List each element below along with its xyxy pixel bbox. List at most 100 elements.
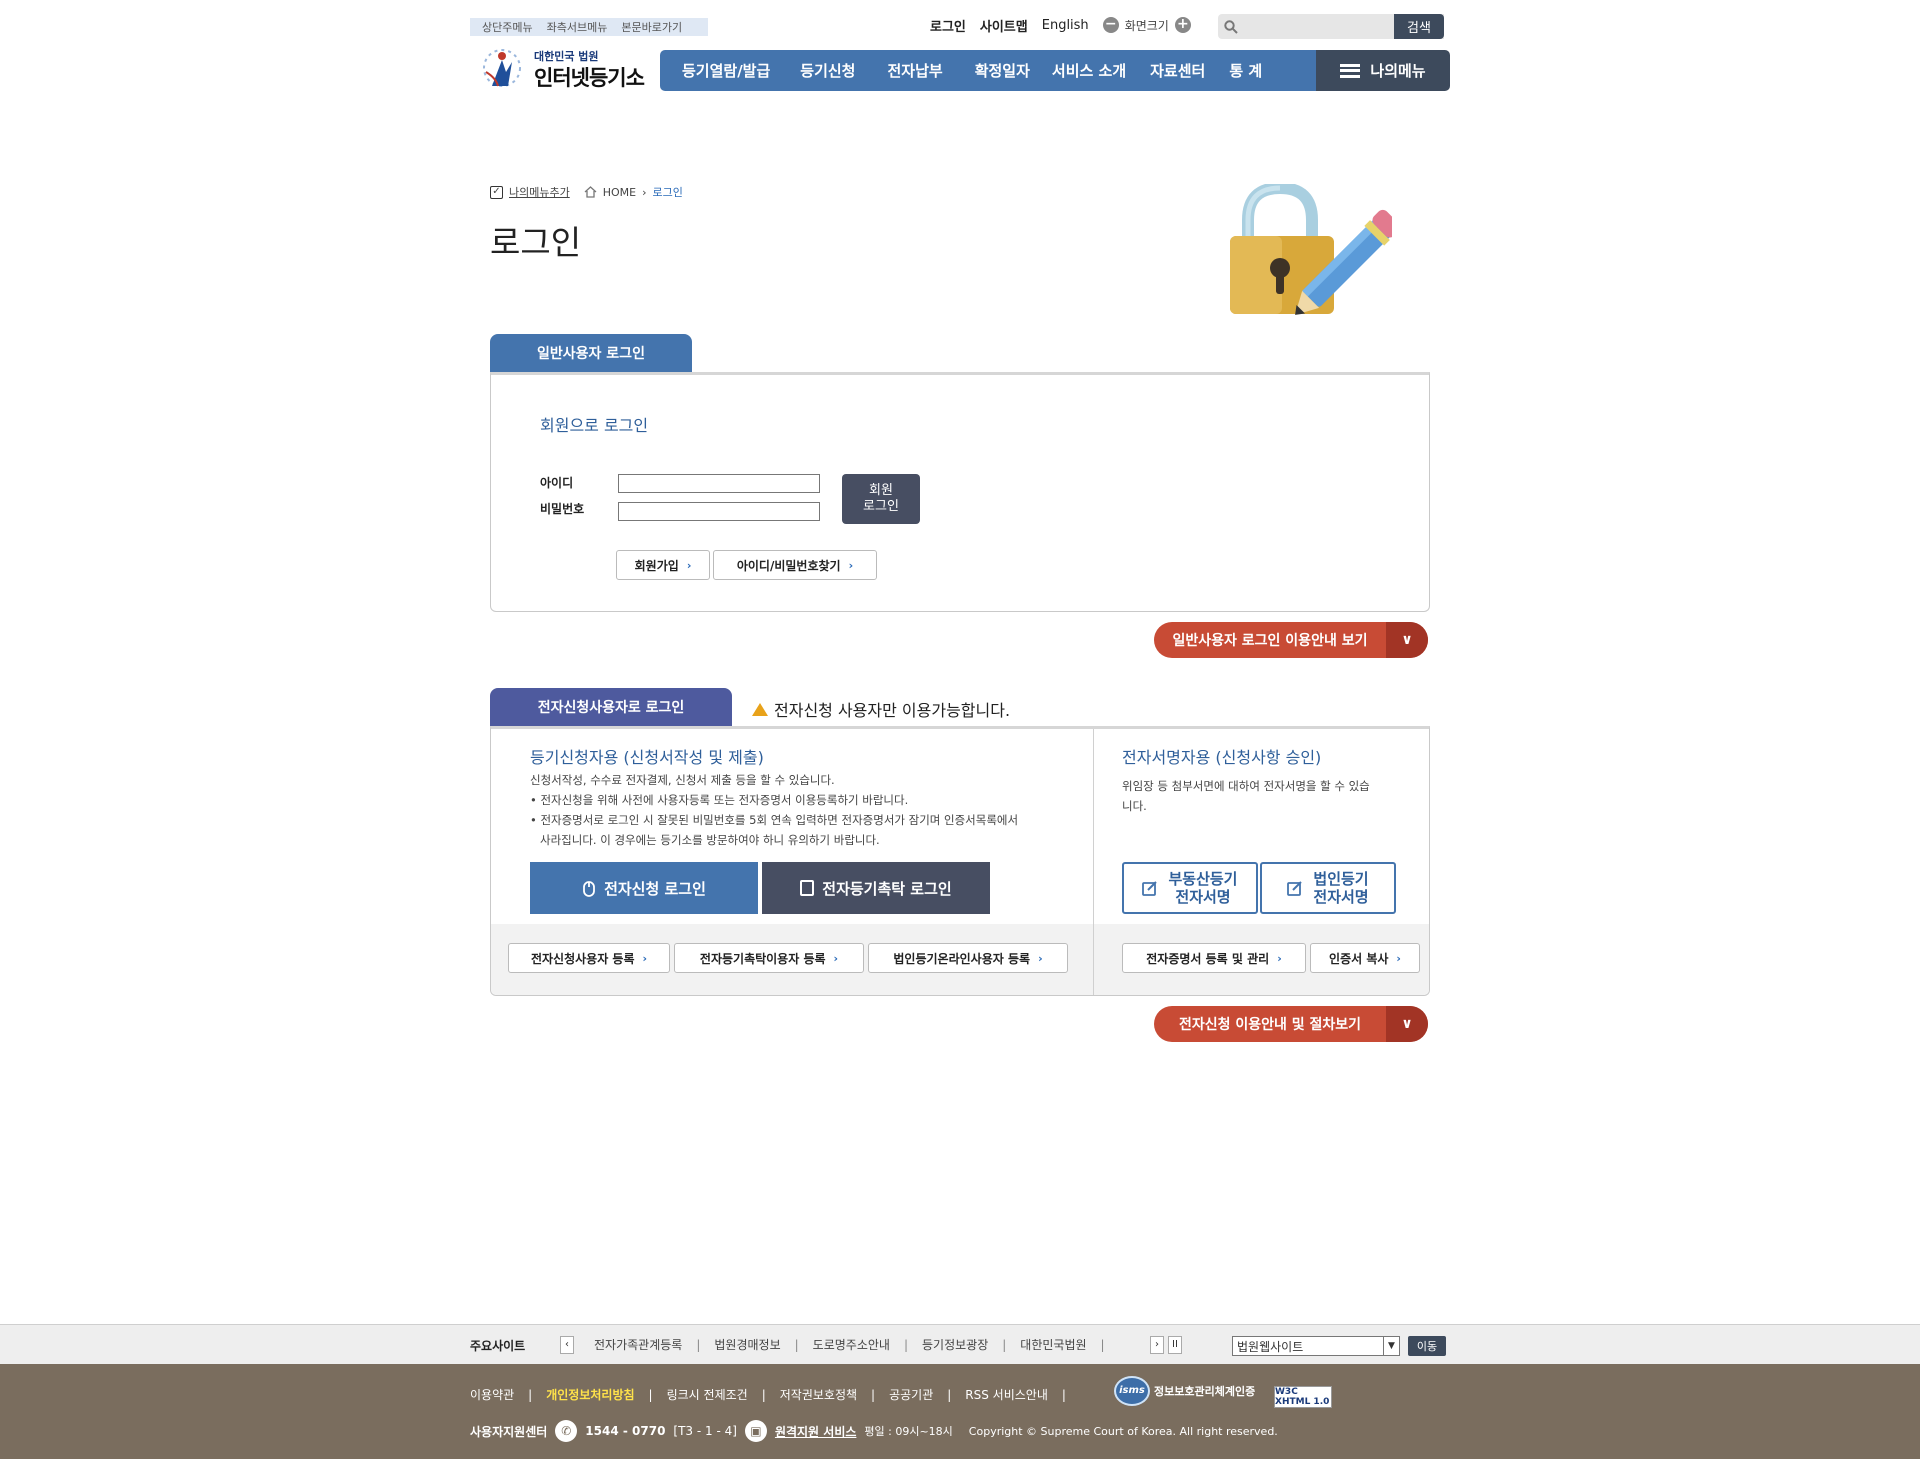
sites-prev-icon[interactable]: ‹ [560, 1336, 574, 1354]
chevron-down-icon: ▼ [1383, 1337, 1399, 1355]
isms-certification[interactable]: isms 정보보호관리체계인증 [1114, 1376, 1255, 1406]
separator: | [1061, 1387, 1066, 1402]
eapp-user-register-button[interactable]: 전자신청사용자 등록 › [508, 943, 670, 973]
id-label: 아이디 [540, 476, 574, 490]
breadcrumb-home[interactable]: HOME [603, 186, 636, 199]
chevron-right-icon: › [1396, 951, 1401, 965]
footer-link-link-policy[interactable]: 링크시 전제조건 [667, 1386, 762, 1403]
search-button[interactable]: 검색 [1394, 14, 1444, 39]
zoom-label: 화면크기 [1124, 18, 1169, 33]
real-estate-sign-button[interactable]: 부동산등기 전자서명 [1122, 862, 1258, 914]
eapp-warning: 전자신청 사용자만 이용가능합니다. [752, 697, 1010, 721]
sites-next-icon[interactable]: › [1150, 1336, 1164, 1354]
find-id-password-button[interactable]: 아이디/비밀번호찾기 › [713, 550, 877, 580]
edit-icon [1287, 881, 1303, 896]
skip-link-sub-menu[interactable]: 좌측서브메뉴 [547, 19, 608, 35]
logo-title[interactable]: 인터넷등기소 [534, 62, 645, 92]
gnb-fixed-date[interactable]: 확정일자 [975, 60, 1030, 81]
signer-section-title: 전자서명자용 (신청사항 승인) [1122, 748, 1322, 767]
corp-online-register-button[interactable]: 법인등기온라인사용자 등록 › [868, 943, 1068, 973]
signer-desc-line: 위임장 등 첨부서면에 대하여 전자서명을 할 수 있습 [1122, 779, 1370, 793]
checkbox-icon[interactable]: ✓ [490, 185, 503, 199]
eapp-guide-label: 전자신청 이용안내 및 절차보기 [1178, 1017, 1362, 1033]
site-link[interactable]: 법원경매정보 [714, 1336, 794, 1353]
cert-copy-button[interactable]: 인증서 복사 › [1310, 943, 1420, 973]
gnb-registry-apply[interactable]: 등기신청 [800, 60, 855, 81]
footer-link-rss[interactable]: RSS 서비스안내 [965, 1386, 1062, 1403]
court-site-select[interactable]: 법원웹사이트 ▼ [1232, 1336, 1400, 1356]
skip-link-top-menu[interactable]: 상단주메뉴 [482, 19, 533, 35]
trust-user-register-button[interactable]: 전자등기촉탁이용자 등록 › [674, 943, 864, 973]
copyright: Copyright © Supreme Court of Korea. All … [968, 1424, 1278, 1438]
gnb-service-intro[interactable]: 서비스 소개 [1052, 60, 1126, 81]
eapp-divider [1093, 729, 1094, 995]
sign-real-line2: 전자서명 [1175, 888, 1231, 906]
tab-general-login[interactable]: 일반사용자 로그인 [490, 334, 692, 372]
id-input[interactable] [618, 474, 820, 493]
zoom-out-icon[interactable]: − [1102, 17, 1119, 33]
separator: | [761, 1387, 766, 1402]
applicant-desc-line: • 전자신청을 위해 사전에 사용자등록 또는 전자증명서 이용등록하기 바랍니… [530, 793, 909, 807]
member-login-title: 회원으로 로그인 [540, 416, 649, 435]
separator: | [648, 1387, 653, 1402]
zoom-in-icon[interactable]: + [1174, 17, 1191, 33]
remote-support-link[interactable]: 원격지원 서비스 [775, 1423, 856, 1440]
site-link[interactable]: 도로명주소안내 [813, 1336, 904, 1353]
reg-label: 법인등기온라인사용자 등록 [893, 951, 1031, 966]
applicant-desc-line: 사라집니다. 이 경우에는 등기소를 방문하여야 하니 유의하기 바랍니다. [540, 833, 880, 847]
corp-sign-button[interactable]: 법인등기 전자서명 [1260, 862, 1396, 914]
footer-links: 이용약관 | 개인정보처리방침 | 링크시 전제조건 | 저작권보호정책 | 공공기관 |… [470, 1386, 1080, 1403]
reg-label: 전자신청사용자 등록 [530, 951, 635, 966]
footer-link-copyright[interactable]: 저작권보호정책 [780, 1386, 871, 1403]
edit-icon [1142, 881, 1158, 896]
sites-pause-icon[interactable]: II [1168, 1336, 1182, 1354]
sitemap-link[interactable]: 사이트맵 [980, 16, 1028, 35]
eapp-login-button[interactable]: 전자신청 로그인 [530, 862, 758, 914]
password-label: 비밀번호 [540, 502, 585, 516]
my-menu-button[interactable]: 나의메뉴 [1316, 50, 1450, 91]
gnb-e-payment[interactable]: 전자납부 [887, 60, 942, 81]
member-login-line2: 로그인 [863, 499, 899, 514]
footer-link-privacy[interactable]: 개인정보처리방침 [546, 1386, 648, 1403]
join-button[interactable]: 회원가입 › [616, 550, 710, 580]
eapp-warning-text: 전자신청 사용자만 이용가능합니다. [774, 701, 1011, 720]
footer-link-public[interactable]: 공공기관 [889, 1386, 947, 1403]
tab-eapp-login[interactable]: 전자신청사용자로 로그인 [490, 688, 732, 726]
chevron-right-icon: › [1038, 951, 1043, 965]
chevron-down-icon: ∨ [1386, 622, 1428, 658]
login-link[interactable]: 로그인 [930, 16, 966, 35]
site-link[interactable]: 대한민국법원 [1020, 1336, 1100, 1353]
document-icon [800, 880, 815, 896]
support-center-label: 사용자지원센터 [470, 1424, 548, 1439]
add-my-menu-link[interactable]: 나의메뉴추가 [509, 184, 570, 200]
separator: | [903, 1337, 908, 1352]
support-hours: 평일 : 09시~18시 [864, 1425, 953, 1438]
trust-login-button[interactable]: 전자등기촉탁 로그인 [762, 862, 990, 914]
general-login-guide-button[interactable]: 일반사용자 로그인 이용안내 보기 ∨ [1154, 622, 1428, 658]
trust-login-label: 전자등기촉탁 로그인 [822, 879, 952, 898]
sites-label: 주요사이트 [470, 1339, 526, 1353]
footer-link-terms[interactable]: 이용약관 [470, 1386, 528, 1403]
english-link[interactable]: English [1042, 18, 1089, 33]
gnb-registry-view[interactable]: 등기열람/발급 [682, 60, 770, 81]
general-guide-label: 일반사용자 로그인 이용안내 보기 [1172, 633, 1368, 649]
my-menu-label: 나의메뉴 [1370, 62, 1426, 80]
search-input[interactable] [1244, 16, 1414, 37]
eapp-guide-button[interactable]: 전자신청 이용안내 및 절차보기 ∨ [1154, 1006, 1428, 1042]
separator: | [794, 1337, 799, 1352]
gnb-resource-center[interactable]: 자료센터 [1150, 60, 1205, 81]
applicant-desc-line: 신청서작성, 수수료 전자결제, 신청서 제출 등을 할 수 있습니다. [530, 773, 835, 787]
page-title: 로그인 [490, 223, 582, 262]
chevron-down-icon: ∨ [1386, 1006, 1428, 1042]
gnb-statistics[interactable]: 통 계 [1229, 60, 1262, 81]
password-input[interactable] [618, 502, 820, 521]
member-login-button[interactable]: 회원 로그인 [842, 474, 920, 524]
separator: | [947, 1387, 952, 1402]
go-button[interactable]: 이동 [1408, 1336, 1446, 1356]
site-link[interactable]: 전자가족관계등록 [594, 1336, 696, 1353]
skip-link-content[interactable]: 본문바로가기 [621, 19, 682, 35]
cert-management-button[interactable]: 전자증명서 등록 및 관리 › [1122, 943, 1306, 973]
site-link[interactable]: 등기정보광장 [922, 1336, 1002, 1353]
breadcrumb-separator: › [642, 185, 647, 199]
court-select-value: 법원웹사이트 [1237, 1339, 1304, 1354]
